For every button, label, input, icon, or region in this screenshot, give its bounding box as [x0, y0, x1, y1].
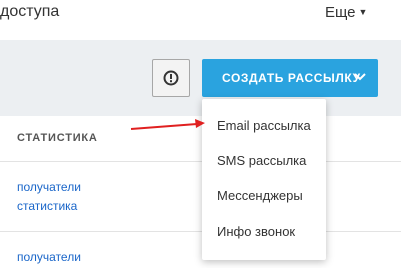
caret-down-icon: ▼ — [358, 7, 368, 17]
chevron-down-icon — [354, 73, 366, 81]
menu-item-messengers[interactable]: Мессенджеры — [217, 188, 303, 203]
more-label: Еще — [325, 4, 356, 21]
top-bar: доступа Еще ▼ — [0, 0, 401, 40]
toolbar: СОЗДАТЬ РАССЫЛКУ — [0, 40, 401, 116]
exclamation-circle-icon — [163, 70, 179, 86]
recipients-link[interactable]: получатели — [17, 180, 81, 194]
create-campaign-button[interactable]: СОЗДАТЬ РАССЫЛКУ — [202, 59, 378, 97]
statistics-link[interactable]: статистика — [17, 199, 77, 213]
info-button[interactable] — [152, 59, 190, 97]
create-campaign-label: СОЗДАТЬ РАССЫЛКУ — [222, 71, 361, 85]
menu-item-email[interactable]: Email рассылка — [217, 118, 311, 133]
menu-item-info-call[interactable]: Инфо звонок — [217, 224, 295, 239]
create-campaign-dropdown: Email рассылка SMS рассылка Мессенджеры … — [202, 99, 326, 260]
recipients-link[interactable]: получатели — [17, 250, 81, 264]
table-row: получатели — [0, 232, 401, 268]
more-menu-button[interactable]: Еще ▼ — [325, 4, 367, 21]
column-header-statistics: СТАТИСТИКА — [17, 132, 98, 144]
page-title: доступа — [0, 3, 60, 20]
table-row: получатели статистика — [0, 162, 401, 232]
menu-item-sms[interactable]: SMS рассылка — [217, 153, 306, 168]
table-header: СТАТИСТИКА — [0, 116, 401, 162]
